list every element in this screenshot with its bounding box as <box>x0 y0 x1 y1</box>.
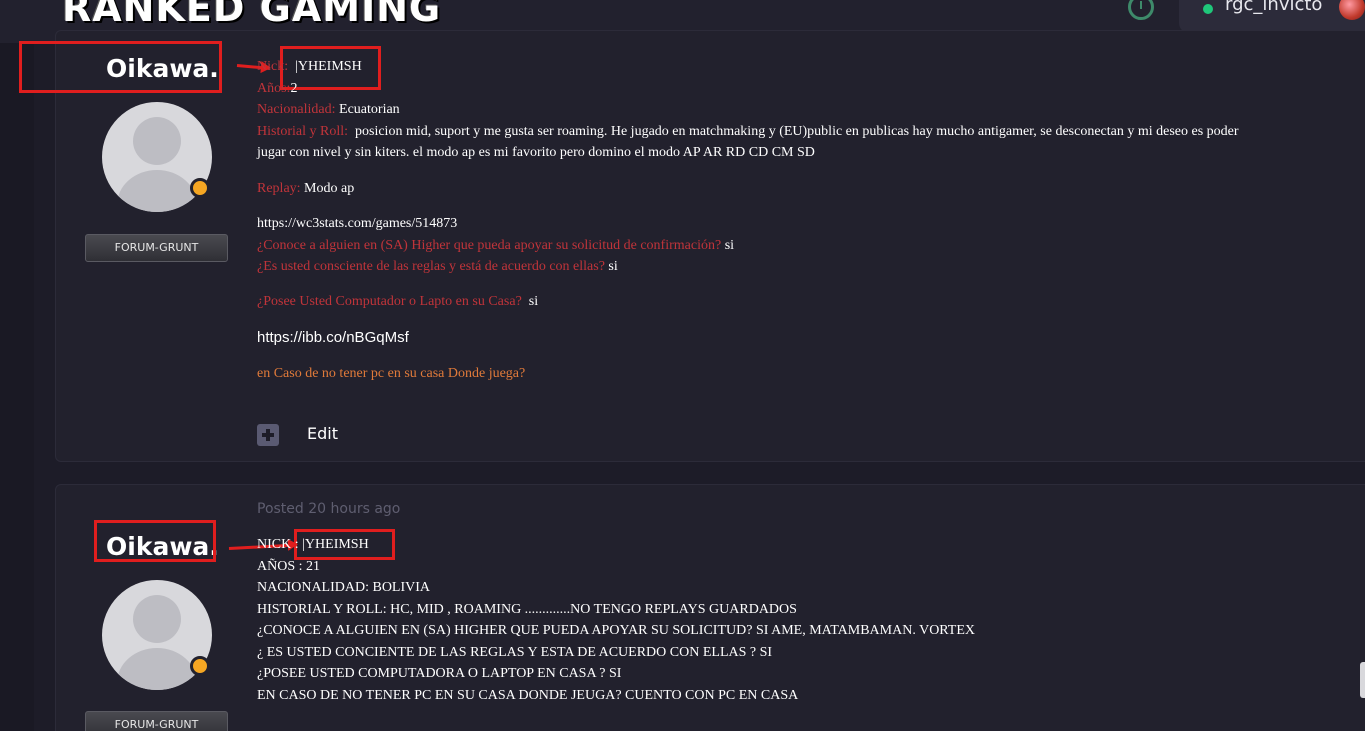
nick-line: Nick: |YHEIMSH <box>257 59 362 74</box>
username: rgc_invicto <box>1225 0 1323 15</box>
status-dot-icon <box>190 178 210 198</box>
site-logo[interactable]: RANKED GAMING <box>62 0 441 30</box>
annotation-box-author <box>94 520 216 562</box>
annotation-box-author <box>19 41 222 93</box>
question-pc-line: ¿Posee Usted Computador o Lapto en su Ca… <box>257 294 539 309</box>
age-line: AÑOS : 21 <box>257 558 321 574</box>
post-timestamp: Posted 20 hours ago <box>257 501 401 517</box>
history-line-continued: jugar con nivel y sin kiters. el modo ap… <box>257 145 815 160</box>
plus-icon[interactable] <box>257 424 279 446</box>
rank-badge: FORUM-GRUNT <box>85 234 228 262</box>
question-know-line: ¿CONOCE A ALGUIEN EN (SA) HIGHER QUE PUE… <box>257 623 976 638</box>
online-dot-icon <box>1203 4 1213 14</box>
question-know-line: ¿Conoce a alguien en (SA) Higher que pue… <box>257 237 735 253</box>
question-pc-line: ¿POSEE USTED COMPUTADORA O LAPTOP EN CAS… <box>257 666 622 681</box>
clock-icon[interactable] <box>1128 0 1154 20</box>
post-content: Nick: |YHEIMSH Años:2 Nacionalidad: Ecua… <box>257 56 1357 396</box>
left-rail <box>0 43 34 731</box>
nationality-line: NACIONALIDAD: BOLIVIA <box>257 580 431 595</box>
question-nopc-line: EN CASO DE NO TENER PC EN SU CASA DONDE … <box>257 687 799 703</box>
edit-button[interactable]: Edit <box>307 424 338 443</box>
post-content: NICK : |YHEIMSH AÑOS : 21 NACIONALIDAD: … <box>257 534 1357 714</box>
age-line: Años:2 <box>257 80 298 96</box>
avatar-head-shape <box>133 117 181 165</box>
nick-line: NICK : |YHEIMSH <box>257 537 369 552</box>
user-menu[interactable]: rgc_invicto <box>1179 0 1365 33</box>
replay-line: Replay: Modo ap <box>257 181 355 196</box>
history-line: HISTORIAL Y ROLL: HC, MID , ROAMING ....… <box>257 601 797 617</box>
avatar-body-shape <box>117 648 197 690</box>
history-line: Historial y Roll: posicion mid, suport y… <box>257 123 1239 139</box>
rank-badge: FORUM-GRUNT <box>85 711 228 731</box>
avatar-body-shape <box>117 170 197 212</box>
stats-link[interactable]: https://wc3stats.com/games/514873 <box>257 213 457 235</box>
image-link[interactable]: https://ibb.co/nBGqMsf <box>257 327 409 349</box>
avatar-head-shape <box>133 595 181 643</box>
user-avatar <box>1339 0 1365 20</box>
scrollbar-thumb[interactable] <box>1360 662 1365 698</box>
status-dot-icon <box>190 656 210 676</box>
question-rules-line: ¿Es usted consciente de las reglas y est… <box>257 259 618 274</box>
nationality-line: Nacionalidad: Ecuatorian <box>257 102 400 117</box>
question-rules-line: ¿ ES USTED CONCIENTE DE LAS REGLAS Y EST… <box>257 644 773 660</box>
question-nopc-line: en Caso de no tener pc en su casa Donde … <box>257 366 526 381</box>
